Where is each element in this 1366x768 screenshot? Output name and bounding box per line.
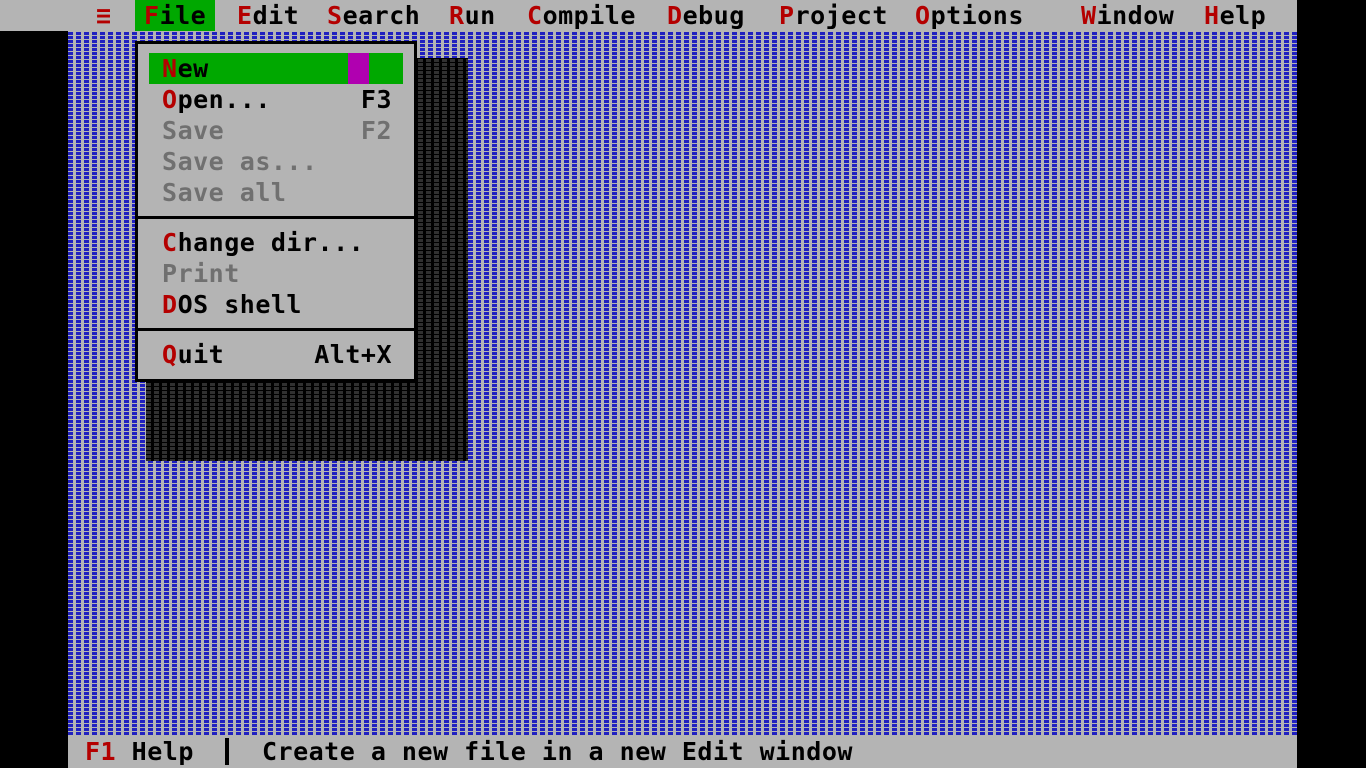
hotkey-letter: H <box>1204 1 1220 30</box>
mouse-cursor-block <box>348 53 369 84</box>
dos-ide-screen: ≡ File Edit Search Run Compile Debug Project Op… <box>0 0 1366 768</box>
status-hint-text: Create a new file in a new Edit window <box>246 737 853 766</box>
hotkey-letter: O <box>915 1 931 30</box>
file-menu-dropdown: New Open... F3 Save F2 Save as... Save all Chan… <box>135 41 417 382</box>
menu-bar-item-options[interactable]: Options <box>906 0 1033 31</box>
file-menu-item-quit[interactable]: Quit Alt+X <box>138 339 414 370</box>
menu-item-label: Open... <box>162 85 271 114</box>
menu-bar-item-debug[interactable]: Debug <box>658 0 754 31</box>
file-menu-item-new[interactable]: New <box>149 53 403 84</box>
menu-item-label: Save all <box>162 178 287 207</box>
file-menu-item-save-as: Save as... <box>138 146 414 177</box>
hotkey-letter: S <box>162 116 178 145</box>
file-menu-item-change-dir[interactable]: Change dir... <box>138 227 414 258</box>
file-menu-item-save-all: Save all <box>138 177 414 208</box>
menu-item-label: Change dir... <box>162 228 365 257</box>
hotkey-letter: P <box>779 1 795 30</box>
hotkey-letter: R <box>449 1 465 30</box>
menu-group: Quit Alt+X <box>138 339 414 370</box>
hotkey-letter: N <box>162 54 178 83</box>
menu-item-label: DOS shell <box>162 290 302 319</box>
menu-bar-item-help[interactable]: Help <box>1195 0 1275 31</box>
hotkey-letter: S <box>162 147 178 176</box>
hotkey-letter: D <box>162 290 178 319</box>
menu-item-shortcut: Alt+X <box>314 340 392 369</box>
menu-item-shortcut: F2 <box>360 116 392 145</box>
hotkey-letter: D <box>667 1 683 30</box>
menu-bar-item-project[interactable]: Project <box>770 0 897 31</box>
hotkey-letter: S <box>327 1 343 30</box>
menu-group: New Open... F3 Save F2 Save as... Save all <box>138 53 414 208</box>
file-menu-item-open[interactable]: Open... F3 <box>138 84 414 115</box>
status-separator <box>225 738 230 765</box>
menu-bar-item-window[interactable]: Window <box>1072 0 1183 31</box>
menu-bar-item-run[interactable]: Run <box>440 0 505 31</box>
hotkey-letter: C <box>527 1 543 30</box>
menu-item-label: Quit <box>162 340 225 369</box>
menu-separator <box>138 216 414 219</box>
menu-separator <box>138 328 414 331</box>
hotkey-letter: Q <box>162 340 178 369</box>
menu-item-label: Save <box>162 116 225 145</box>
file-menu-item-save: Save F2 <box>138 115 414 146</box>
system-menu-icon[interactable]: ≡ <box>96 0 111 31</box>
hotkey-letter: P <box>162 259 178 288</box>
menu-bar-item-search[interactable]: Search <box>318 0 429 31</box>
menu-bar: ≡ File Edit Search Run Compile Debug Project Op… <box>0 0 1297 31</box>
file-menu-item-dos-shell[interactable]: DOS shell <box>138 289 414 320</box>
hotkey-letter: E <box>237 1 253 30</box>
menu-bar-item-compile[interactable]: Compile <box>518 0 645 31</box>
menu-item-label: Save as... <box>162 147 318 176</box>
status-help-label[interactable]: Help <box>116 737 209 766</box>
menu-item-label: New <box>162 54 209 83</box>
hotkey-letter: O <box>162 85 178 114</box>
status-help-key[interactable]: F1 <box>85 737 116 766</box>
menu-item-shortcut: F3 <box>360 85 392 114</box>
status-bar: F1 Help Create a new file in a new Edit … <box>68 735 1297 768</box>
menu-bar-item-edit[interactable]: Edit <box>228 0 308 31</box>
hotkey-letter: S <box>162 178 178 207</box>
menu-item-label: Print <box>162 259 240 288</box>
hotkey-letter: W <box>1081 1 1097 30</box>
file-menu-item-print: Print <box>138 258 414 289</box>
hotkey-letter: C <box>162 228 178 257</box>
menu-bar-item-file[interactable]: File <box>135 0 216 31</box>
hotkey-letter: F <box>144 1 160 30</box>
menu-group: Change dir... Print DOS shell <box>138 227 414 320</box>
